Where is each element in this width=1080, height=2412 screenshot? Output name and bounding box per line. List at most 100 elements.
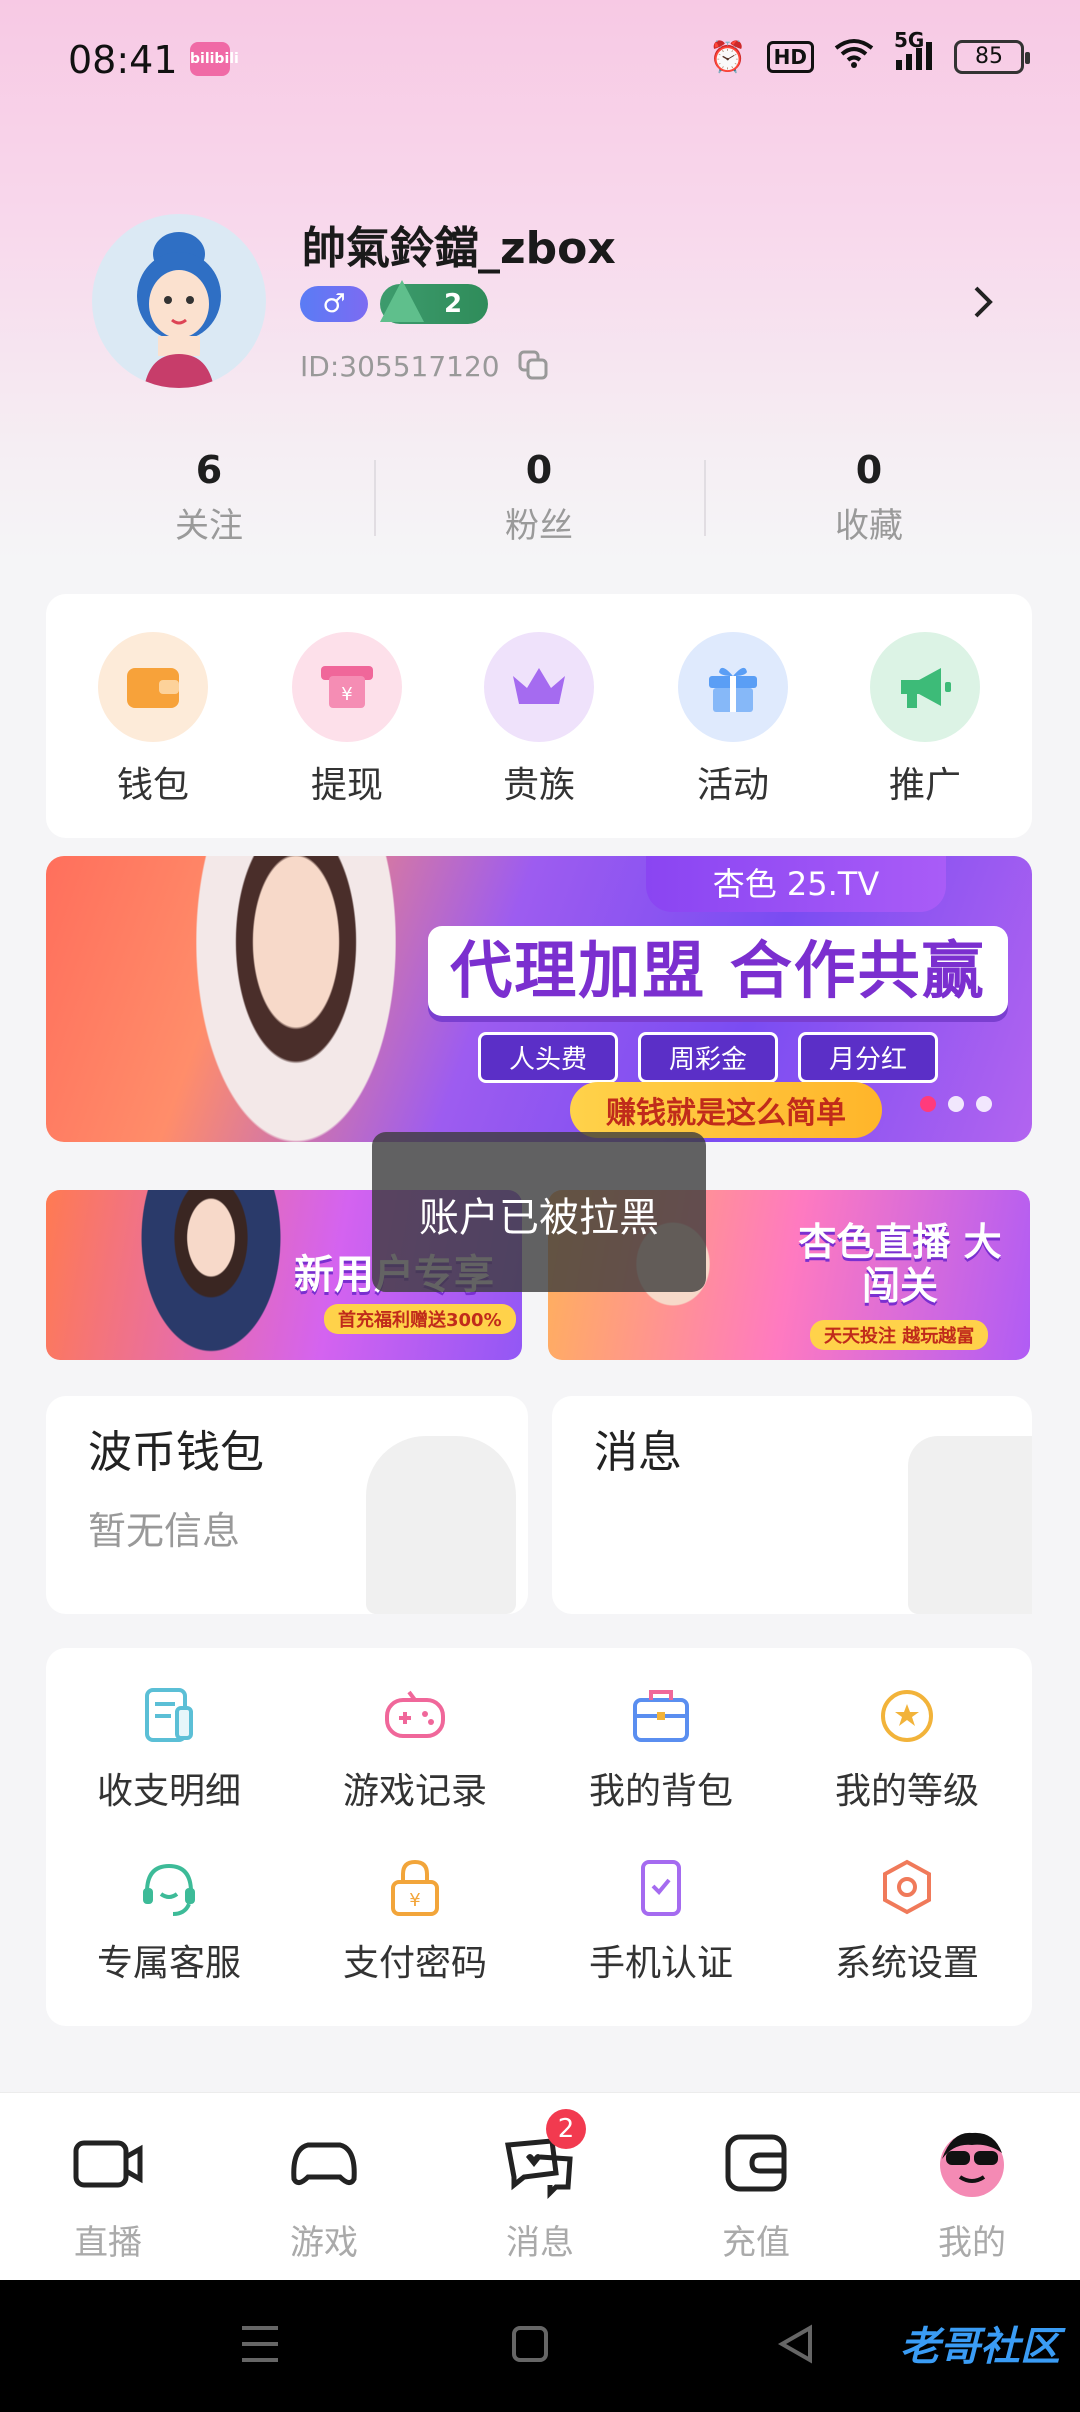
menu-label: 专属客服	[96, 1943, 241, 1984]
wallet-card[interactable]: 波币钱包 暂无信息	[46, 1396, 528, 1614]
menu-label: 我的背包	[588, 1771, 733, 1812]
level-badge: 2	[380, 280, 488, 324]
message-card-title: 消息	[594, 1427, 682, 1478]
stat-label: 粉丝	[505, 506, 573, 546]
pager-dot	[976, 1096, 992, 1112]
message-badge: 2	[546, 2109, 586, 2149]
status-time: 08:41	[68, 38, 178, 82]
menu-grid: 收支明细 游戏记录 我的背包 我的等级 专属客服 ¥ 支付密码 手机认证 系统设…	[46, 1648, 1032, 2026]
sub-banner-subtitle: 天天投注 越玩越富	[810, 1320, 989, 1350]
status-icons: ⏰ HD 5G 85	[709, 28, 1030, 76]
battery-icon: 85	[954, 40, 1030, 74]
gamepad-nav-icon	[284, 2123, 364, 2203]
promo-banner[interactable]: 杏色 25.TV 代理加盟 合作共赢 人头费 周彩金 月分红 赚钱就是这么简单	[46, 856, 1032, 1142]
wifi-icon	[834, 38, 874, 76]
stat-value: 0	[525, 448, 553, 492]
quick-label: 活动	[696, 765, 769, 806]
nav-label: 我的	[938, 2223, 1006, 2263]
headset-icon	[135, 1854, 203, 1922]
stat-value: 6	[195, 448, 223, 492]
profile-chevron-right-icon[interactable]	[968, 282, 998, 322]
nav-label: 游戏	[290, 2223, 358, 2263]
menu-game-record[interactable]: 游戏记录	[292, 1682, 538, 1814]
svg-text:¥: ¥	[409, 1890, 420, 1911]
menu-phone-verify[interactable]: 手机认证	[538, 1854, 784, 1986]
quick-withdraw[interactable]: ¥ 提现	[272, 632, 422, 808]
nav-message[interactable]: 2 消息	[432, 2109, 648, 2264]
bag-icon	[627, 1682, 695, 1750]
nav-mine[interactable]: 我的	[864, 2123, 1080, 2264]
menu-pay-password[interactable]: ¥ 支付密码	[292, 1854, 538, 1986]
star-badge-icon	[873, 1682, 941, 1750]
menu-my-level[interactable]: 我的等级	[784, 1682, 1030, 1814]
wallet-card-title: 波币钱包	[88, 1427, 264, 1478]
nav-live[interactable]: 直播	[0, 2123, 216, 2264]
copy-icon[interactable]	[518, 350, 548, 380]
home-nav-icon[interactable]	[510, 2322, 550, 2370]
message-card[interactable]: 消息	[552, 1396, 1032, 1614]
sub-banner-subtitle: 首充福利赠送300%	[324, 1304, 516, 1334]
banner-pager	[920, 1096, 992, 1112]
stat-favorites[interactable]: 0 收藏	[704, 448, 1034, 547]
status-bar: 08:41 bilibili ⏰ HD 5G 85	[0, 0, 1080, 124]
signal-icon: 5G	[894, 28, 934, 75]
user-avatar[interactable]	[92, 214, 266, 388]
money-bag-icon	[366, 1436, 516, 1614]
menu-bill-detail[interactable]: 收支明细	[46, 1682, 292, 1814]
gamepad-icon	[381, 1682, 449, 1750]
stat-following[interactable]: 6 关注	[44, 448, 374, 547]
banner-model-image	[196, 856, 396, 1142]
level-value: 2	[444, 289, 463, 319]
menu-label: 支付密码	[342, 1943, 487, 1984]
pager-dot-active	[920, 1096, 936, 1112]
menu-customer-service[interactable]: 专属客服	[46, 1854, 292, 1986]
menu-label: 游戏记录	[342, 1771, 487, 1812]
quick-label: 钱包	[116, 765, 189, 806]
sub-banner-title: 杏色直播 大闯关	[798, 1220, 1002, 1308]
quick-wallet[interactable]: 钱包	[78, 632, 228, 808]
recharge-icon	[716, 2123, 796, 2203]
menu-system-settings[interactable]: 系统设置	[784, 1854, 1030, 1986]
menu-label: 收支明细	[96, 1771, 241, 1812]
banner-tags: 人头费 周彩金 月分红	[478, 1032, 939, 1083]
nav-game[interactable]: 游戏	[216, 2123, 432, 2264]
back-nav-icon[interactable]	[776, 2322, 816, 2370]
stat-label: 收藏	[835, 506, 903, 546]
stat-value: 0	[855, 448, 883, 492]
banner-tag: 月分红	[798, 1032, 939, 1083]
quick-label: 贵族	[502, 765, 575, 806]
nav-label: 直播	[74, 2223, 142, 2263]
quick-label: 推广	[888, 765, 961, 806]
menu-nav-icon[interactable]	[240, 2322, 280, 2370]
stat-fans[interactable]: 0 粉丝	[374, 448, 704, 547]
quick-activity[interactable]: 活动	[658, 632, 808, 808]
nav-label: 充值	[722, 2223, 790, 2263]
quick-actions-card: 钱包 ¥ 提现 贵族 活动 推广	[46, 594, 1032, 838]
chat-icon: 2	[500, 2109, 586, 2203]
gender-badge: ♂	[300, 286, 368, 322]
gift-icon	[678, 632, 788, 742]
nav-recharge[interactable]: 充值	[648, 2123, 864, 2264]
username: 帥氣鈴鐺_zbox	[302, 223, 616, 274]
crown-icon	[484, 632, 594, 742]
banner-tag: 周彩金	[638, 1032, 779, 1083]
menu-label: 我的等级	[834, 1771, 979, 1812]
user-id: ID:305517120	[300, 350, 500, 383]
lock-icon: ¥	[381, 1854, 449, 1922]
quick-nobility[interactable]: 贵族	[464, 632, 614, 808]
menu-my-bag[interactable]: 我的背包	[538, 1682, 784, 1814]
nav-label: 消息	[506, 2223, 574, 2263]
quick-promote[interactable]: 推广	[850, 632, 1000, 808]
hd-icon: HD	[766, 41, 814, 73]
withdraw-icon: ¥	[292, 632, 402, 742]
wallet-icon	[98, 632, 208, 742]
network-type: 5G	[894, 27, 925, 52]
toast-message: 账户已被拉黑	[372, 1132, 706, 1292]
svg-text:¥: ¥	[341, 684, 352, 705]
menu-label: 手机认证	[588, 1943, 733, 1984]
level-gem-icon	[380, 280, 424, 322]
message-decor-icon	[908, 1436, 1032, 1614]
pager-dot	[948, 1096, 964, 1112]
bill-icon	[135, 1682, 203, 1750]
alarm-icon: ⏰	[709, 39, 747, 75]
